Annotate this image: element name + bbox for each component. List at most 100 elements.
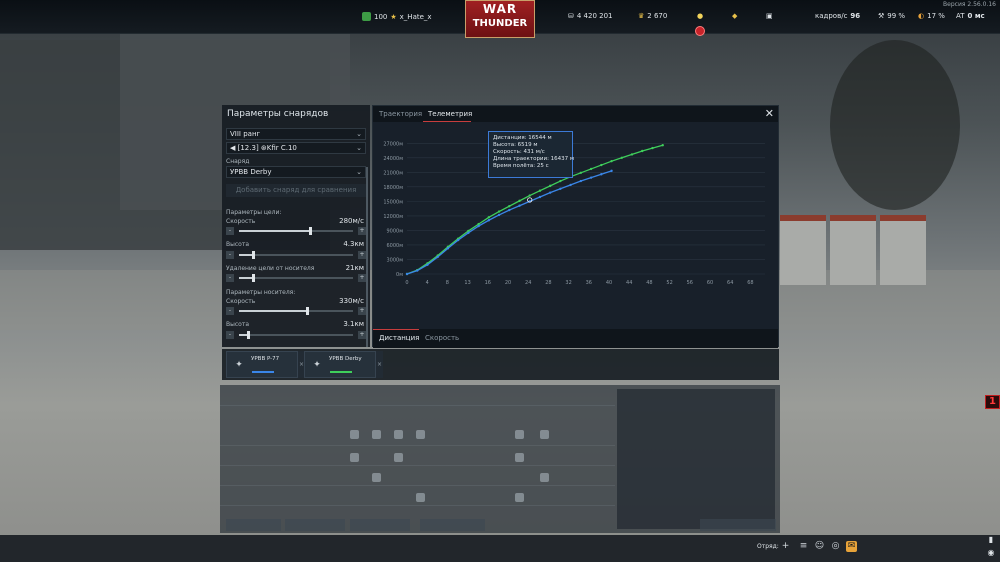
compare-bar: ✦ УРВВ P-77 × ✦ УРВВ Derby × bbox=[222, 349, 779, 380]
golden-eagles-icon: ♛ bbox=[638, 12, 645, 20]
background-button bbox=[350, 519, 410, 531]
list-icon[interactable]: ≡ bbox=[798, 541, 809, 552]
tooltip-altitude: Высота: 6519 м bbox=[493, 142, 538, 148]
minus-button[interactable]: - bbox=[226, 227, 234, 235]
target-dist-slider[interactable]: - + bbox=[226, 274, 366, 282]
war-thunder-logo[interactable]: WAR THUNDER bbox=[465, 0, 535, 38]
fps-widget: кадров/с 96 bbox=[815, 12, 860, 20]
target-alt-slider[interactable]: - + bbox=[226, 251, 366, 259]
ping-widget: AT 0 мс bbox=[956, 12, 985, 20]
slider-handle[interactable] bbox=[251, 251, 255, 259]
x-tick-label: 16 bbox=[485, 280, 491, 286]
notification-marker[interactable] bbox=[695, 26, 705, 36]
compare-card-derby[interactable]: ✦ УРВВ Derby bbox=[304, 351, 376, 378]
close-icon[interactable]: ✕ bbox=[765, 107, 774, 120]
rewards-icon[interactable]: ◆ bbox=[732, 12, 737, 20]
minus-button[interactable]: - bbox=[226, 307, 234, 315]
ping-value: 0 мс bbox=[967, 12, 985, 20]
slider-handle[interactable] bbox=[308, 227, 312, 235]
x-tick-label: 28 bbox=[545, 280, 551, 286]
y-tick-label: 18000м bbox=[383, 185, 403, 191]
series-point bbox=[405, 272, 409, 276]
tab-trajectory[interactable]: Траектория bbox=[379, 110, 422, 118]
compare-card-p77[interactable]: ✦ УРВВ P-77 bbox=[226, 351, 298, 378]
friends-icon[interactable]: ☺ bbox=[814, 541, 825, 552]
target-speed-slider[interactable]: - + bbox=[226, 227, 366, 235]
minus-button[interactable]: - bbox=[226, 331, 234, 339]
mail-icon[interactable]: ✉ bbox=[846, 541, 857, 552]
golden-eagles-widget[interactable]: ♛ 2 670 bbox=[638, 12, 667, 20]
lightbulb-icon[interactable]: ● bbox=[697, 12, 703, 20]
marketplace-icon[interactable]: ▣ bbox=[766, 12, 773, 20]
x-tick-label: 40 bbox=[606, 280, 612, 286]
minus-button[interactable]: - bbox=[226, 274, 234, 282]
tab-speed[interactable]: Скорость bbox=[425, 334, 459, 342]
series-point bbox=[467, 231, 470, 235]
plus-button[interactable]: + bbox=[358, 227, 366, 235]
slot-icon bbox=[350, 430, 359, 439]
tab-distance[interactable]: Дистанция bbox=[379, 334, 419, 342]
target-dist-label: Удаление цели от носителя bbox=[226, 265, 315, 272]
background-barrier bbox=[880, 215, 926, 285]
plus-button[interactable]: + bbox=[358, 251, 366, 259]
slider-handle[interactable] bbox=[247, 331, 251, 339]
target-alt-label: Высота bbox=[226, 241, 249, 248]
ping-label: AT bbox=[956, 12, 965, 20]
plus-button[interactable]: + bbox=[358, 331, 366, 339]
target-alt-value: 4.3км bbox=[343, 240, 364, 248]
series-point bbox=[487, 219, 491, 222]
series-point bbox=[610, 169, 613, 173]
vehicle-select-value: [12.3] ⊛Kfir C.10 bbox=[237, 144, 297, 152]
target-params-label: Параметры цели: bbox=[226, 209, 282, 216]
shell-select[interactable]: УРВВ Derby ⌄ bbox=[226, 166, 366, 178]
panel-scrollbar[interactable] bbox=[366, 167, 368, 347]
series-point bbox=[559, 179, 562, 183]
series-point bbox=[497, 213, 501, 217]
series-point bbox=[600, 163, 603, 167]
series-point bbox=[549, 184, 552, 188]
rank-icon bbox=[362, 12, 371, 21]
chart-mode-tabs: Дистанция Скорость bbox=[373, 329, 778, 348]
slider-handle[interactable] bbox=[251, 274, 255, 282]
tooltip-traj-length: Длина траектории: 16437 м bbox=[493, 156, 575, 162]
gpu-icon: ◐ bbox=[918, 12, 925, 20]
jet-icon: ◀ bbox=[230, 144, 236, 152]
plus-button[interactable]: + bbox=[358, 307, 366, 315]
add-squad-icon[interactable]: + bbox=[780, 541, 791, 552]
slider-handle[interactable] bbox=[306, 307, 310, 315]
tab-telemetry[interactable]: Телеметрия bbox=[428, 110, 472, 118]
minus-button[interactable]: - bbox=[226, 251, 234, 259]
y-tick-label: 0м bbox=[396, 272, 403, 278]
remove-card-button[interactable]: × bbox=[376, 351, 383, 378]
series-point bbox=[416, 269, 419, 272]
slot-icon bbox=[394, 430, 403, 439]
carrier-alt-slider[interactable]: - + bbox=[226, 331, 366, 339]
vehicle-select[interactable]: ◀ [12.3] ⊛Kfir C.10 ⌄ bbox=[226, 142, 366, 154]
series-point bbox=[549, 191, 552, 194]
series-point bbox=[538, 195, 542, 199]
squad-label: Отряд: bbox=[757, 543, 779, 550]
series-point bbox=[589, 167, 593, 171]
x-tick-label: 64 bbox=[727, 280, 733, 286]
rank-select[interactable]: VIII ранг ⌄ bbox=[226, 128, 366, 140]
slot-icon bbox=[416, 430, 425, 439]
microphone-icon[interactable]: ▮ bbox=[986, 535, 996, 544]
side-notification-badge[interactable]: 1 bbox=[985, 395, 1000, 409]
voice-icon[interactable]: ◉ bbox=[986, 548, 996, 557]
missile-icon: ✦ bbox=[235, 360, 243, 370]
series-point bbox=[589, 176, 593, 179]
profile-widget[interactable]: 100 ★ x_Hate_x bbox=[362, 12, 432, 21]
chat-icon[interactable]: ◎ bbox=[830, 541, 841, 552]
silver-lions-widget[interactable]: ⛁ 4 420 201 bbox=[568, 12, 613, 20]
divider bbox=[220, 445, 615, 446]
series-point bbox=[661, 144, 664, 147]
x-tick-label: 4 bbox=[426, 280, 429, 286]
telemetry-window: Траектория Телеметрия ✕ 0м 3000м 6000м 9000… bbox=[372, 105, 779, 348]
carrier-speed-slider[interactable]: - + bbox=[226, 307, 366, 315]
series-point bbox=[610, 159, 613, 163]
gpu-value: 17 % bbox=[927, 12, 945, 20]
series-point bbox=[600, 173, 603, 176]
add-shell-button[interactable]: Добавить снаряд для сравнения bbox=[226, 184, 366, 197]
divider bbox=[220, 465, 615, 466]
plus-button[interactable]: + bbox=[358, 274, 366, 282]
